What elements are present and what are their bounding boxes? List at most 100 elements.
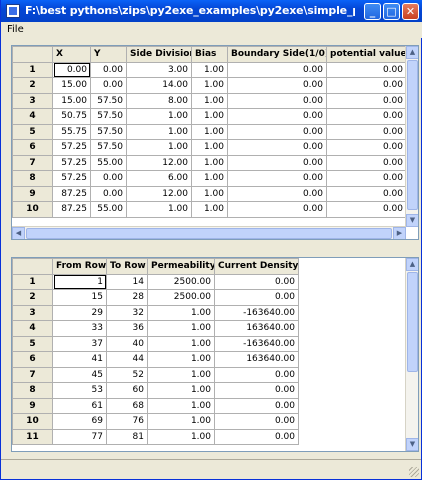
column-header[interactable]: potential value bbox=[326, 46, 407, 63]
region-grid-vscroll[interactable]: ▲ ▼ bbox=[405, 258, 418, 451]
row-header[interactable]: 7 bbox=[12, 154, 53, 171]
table-cell[interactable]: 1.00 bbox=[147, 351, 215, 368]
resize-grip-icon[interactable] bbox=[409, 467, 419, 477]
row-header[interactable]: 7 bbox=[12, 366, 53, 383]
table-cell[interactable]: 2500.00 bbox=[147, 289, 215, 306]
maximize-button[interactable]: □ bbox=[383, 3, 400, 20]
table-cell[interactable]: 57.50 bbox=[90, 108, 127, 125]
table-cell[interactable]: 1.00 bbox=[126, 139, 192, 156]
table-cell[interactable]: 8.00 bbox=[126, 92, 192, 109]
table-cell[interactable]: 32 bbox=[106, 304, 148, 321]
table-cell[interactable]: 1.00 bbox=[191, 77, 228, 94]
row-header[interactable]: 3 bbox=[12, 92, 53, 109]
row-header[interactable]: 4 bbox=[12, 108, 53, 125]
corner-header[interactable] bbox=[12, 46, 53, 63]
region-grid[interactable]: From Row To Row Permeability Current Densit… bbox=[11, 257, 419, 452]
scroll-up-icon[interactable]: ▲ bbox=[406, 46, 418, 59]
table-cell[interactable]: 61 bbox=[52, 397, 107, 414]
table-cell[interactable]: 44 bbox=[106, 351, 148, 368]
column-header[interactable]: Current Density bbox=[214, 258, 299, 275]
table-cell[interactable]: 77 bbox=[52, 428, 107, 445]
table-cell[interactable]: 0.00 bbox=[227, 77, 327, 94]
hscroll-thumb[interactable] bbox=[26, 228, 392, 239]
scroll-right-icon[interactable]: ▶ bbox=[393, 227, 406, 239]
table-cell[interactable]: 55.75 bbox=[52, 123, 91, 140]
table-cell[interactable]: 1.00 bbox=[191, 201, 228, 218]
table-cell[interactable]: 0.00 bbox=[326, 170, 407, 187]
table-cell[interactable]: 0.00 bbox=[214, 289, 299, 306]
table-cell[interactable]: 0.00 bbox=[227, 170, 327, 187]
table-cell[interactable]: 0.00 bbox=[326, 139, 407, 156]
table-cell[interactable]: 12.00 bbox=[126, 185, 192, 202]
column-header[interactable]: Side Division bbox=[126, 46, 192, 63]
table-cell[interactable]: 0.00 bbox=[227, 185, 327, 202]
app-icon[interactable] bbox=[6, 4, 20, 18]
table-cell[interactable]: 0.00 bbox=[326, 123, 407, 140]
table-cell[interactable]: 0.00 bbox=[214, 413, 299, 430]
table-cell[interactable]: 1 bbox=[52, 273, 107, 290]
column-header[interactable]: From Row bbox=[52, 258, 107, 275]
table-cell[interactable]: 0.00 bbox=[214, 397, 299, 414]
table-cell[interactable]: 0.00 bbox=[227, 154, 327, 171]
table-cell[interactable]: 1.00 bbox=[147, 397, 215, 414]
table-cell[interactable]: 1.00 bbox=[191, 108, 228, 125]
table-cell[interactable]: 36 bbox=[106, 320, 148, 337]
table-cell[interactable]: 28 bbox=[106, 289, 148, 306]
table-cell[interactable]: 0.00 bbox=[227, 61, 327, 78]
table-cell[interactable]: 0.00 bbox=[214, 382, 299, 399]
table-cell[interactable]: 12.00 bbox=[126, 154, 192, 171]
table-cell[interactable]: 0.00 bbox=[214, 428, 299, 445]
column-header[interactable]: X bbox=[52, 46, 91, 63]
table-cell[interactable]: 15 bbox=[52, 289, 107, 306]
row-header[interactable]: 10 bbox=[12, 201, 53, 218]
row-header[interactable]: 8 bbox=[12, 382, 53, 399]
table-cell[interactable]: 1.00 bbox=[147, 320, 215, 337]
row-header[interactable]: 6 bbox=[12, 351, 53, 368]
table-cell[interactable]: 1.00 bbox=[126, 123, 192, 140]
table-cell[interactable]: -163640.00 bbox=[214, 304, 299, 321]
table-cell[interactable]: 0.00 bbox=[227, 92, 327, 109]
vertex-grid-hscroll[interactable]: ◀ ▶ bbox=[12, 226, 406, 239]
table-cell[interactable]: 1.00 bbox=[147, 366, 215, 383]
table-cell[interactable]: 2500.00 bbox=[147, 273, 215, 290]
column-header[interactable]: Permeability bbox=[147, 258, 215, 275]
table-cell[interactable]: 87.25 bbox=[52, 201, 91, 218]
table-cell[interactable]: 0.00 bbox=[326, 77, 407, 94]
table-cell[interactable]: 1.00 bbox=[191, 123, 228, 140]
table-cell[interactable]: 0.00 bbox=[90, 170, 127, 187]
table-cell[interactable]: 1.00 bbox=[147, 382, 215, 399]
vertex-grid[interactable]: X Y Side Division Bias Boundary Side(1/0) pot… bbox=[11, 45, 419, 240]
table-cell[interactable]: 45 bbox=[52, 366, 107, 383]
row-header[interactable]: 5 bbox=[12, 123, 53, 140]
row-header[interactable]: 1 bbox=[12, 61, 53, 78]
corner-header[interactable] bbox=[12, 258, 53, 275]
table-cell[interactable]: 1.00 bbox=[191, 61, 228, 78]
title-bar[interactable]: F:\best pythons\zips\py2exe_examples\py2… bbox=[1, 0, 422, 22]
table-cell[interactable]: 0.00 bbox=[326, 185, 407, 202]
table-cell[interactable]: 76 bbox=[106, 413, 148, 430]
vscroll-thumb[interactable] bbox=[407, 272, 418, 372]
table-cell[interactable]: 81 bbox=[106, 428, 148, 445]
row-header[interactable]: 9 bbox=[12, 397, 53, 414]
scroll-down-icon[interactable]: ▼ bbox=[406, 438, 418, 451]
table-cell[interactable]: 6.00 bbox=[126, 170, 192, 187]
scroll-down-icon[interactable]: ▼ bbox=[406, 214, 418, 227]
menu-file[interactable]: File bbox=[7, 24, 24, 35]
table-cell[interactable]: 53 bbox=[52, 382, 107, 399]
row-header[interactable]: 3 bbox=[12, 304, 53, 321]
table-cell[interactable]: 3.00 bbox=[126, 61, 192, 78]
row-header[interactable]: 11 bbox=[12, 428, 53, 445]
table-cell[interactable]: 1.00 bbox=[147, 413, 215, 430]
table-cell[interactable]: 0.00 bbox=[227, 123, 327, 140]
table-cell[interactable]: 33 bbox=[52, 320, 107, 337]
table-cell[interactable]: 15.00 bbox=[52, 77, 91, 94]
table-cell[interactable]: 163640.00 bbox=[214, 351, 299, 368]
close-button[interactable]: ✕ bbox=[402, 3, 419, 20]
table-cell[interactable]: 1.00 bbox=[147, 304, 215, 321]
table-cell[interactable]: 1.00 bbox=[126, 201, 192, 218]
scroll-up-icon[interactable]: ▲ bbox=[406, 258, 418, 271]
table-cell[interactable]: 69 bbox=[52, 413, 107, 430]
table-cell[interactable]: 40 bbox=[106, 335, 148, 352]
table-cell[interactable]: 57.50 bbox=[90, 92, 127, 109]
table-cell[interactable]: 15.00 bbox=[52, 92, 91, 109]
